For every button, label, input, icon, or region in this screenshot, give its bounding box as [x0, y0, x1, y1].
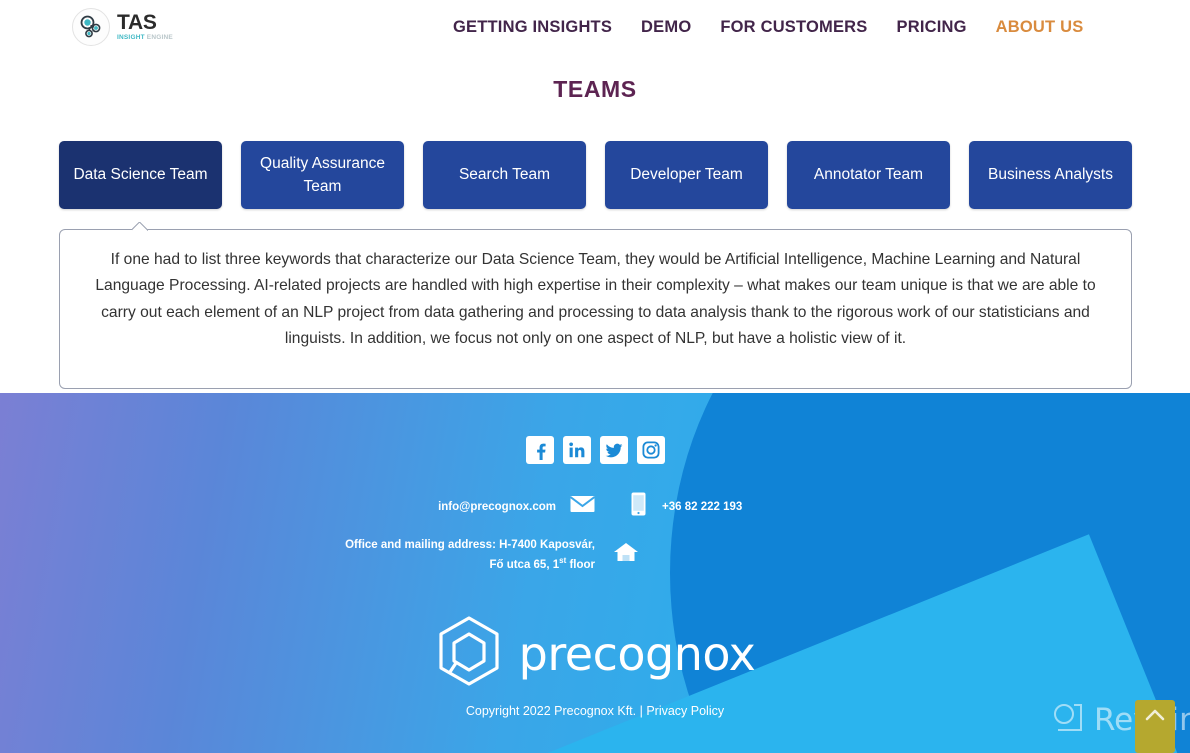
nav-item-for-customers[interactable]: FOR CUSTOMERS: [720, 18, 867, 37]
linkedin-icon[interactable]: [562, 436, 591, 464]
address-line-1: Office and mailing address: H-7400 Kapos…: [345, 539, 595, 551]
team-description-panel: If one had to list three keywords that c…: [59, 229, 1132, 389]
email-address[interactable]: info@precognox.com: [438, 501, 556, 513]
page-root: TAS INSIGHT ENGINE GETTING INSIGHTS DEMO…: [0, 0, 1190, 753]
tas-network-nodes-icon: [72, 8, 110, 46]
phone-number[interactable]: +36 82 222 193: [662, 501, 742, 513]
tab-developer-team[interactable]: Developer Team: [605, 141, 768, 209]
tab-data-science-team[interactable]: Data Science Team: [59, 141, 222, 209]
site-footer: info@precognox.com +36 82 222 193 Office…: [0, 393, 1190, 753]
nav-item-demo[interactable]: DEMO: [641, 18, 691, 37]
precognox-brand: precognox: [0, 615, 1190, 692]
tab-annotator-team[interactable]: Annotator Team: [787, 141, 950, 209]
email-group: info@precognox.com: [200, 495, 596, 518]
revain-logo-icon: [1050, 700, 1084, 739]
twitter-icon[interactable]: [599, 436, 628, 464]
team-description-text: If one had to list three keywords that c…: [95, 251, 1096, 348]
main-navigation: GETTING INSIGHTS DEMO FOR CUSTOMERS PRIC…: [453, 18, 1083, 37]
tas-logo-title: TAS: [117, 11, 157, 35]
scroll-to-top-button[interactable]: [1135, 700, 1175, 753]
hexagon-logo-icon: [435, 615, 503, 692]
social-links: [0, 436, 1190, 464]
panel-caret-icon: [132, 222, 148, 231]
nav-item-about-us[interactable]: ABOUT US: [996, 18, 1084, 37]
privacy-policy-link[interactable]: Privacy Policy: [646, 704, 724, 718]
tab-business-analysts[interactable]: Business Analysts: [969, 141, 1132, 209]
chevron-up-icon: [1145, 708, 1165, 726]
copyright-line: Copyright 2022 Precognox Kft. | Privacy …: [0, 704, 1190, 718]
address-line-2: Fő utca 65, 1st floor: [489, 556, 595, 571]
tab-search-team[interactable]: Search Team: [423, 141, 586, 209]
facebook-icon[interactable]: [525, 436, 554, 464]
precognox-wordmark: precognox: [518, 626, 756, 681]
site-header: TAS INSIGHT ENGINE GETTING INSIGHTS DEMO…: [0, 0, 1190, 56]
footer-content: info@precognox.com +36 82 222 193 Office…: [0, 393, 1190, 753]
address-row: Office and mailing address: H-7400 Kapos…: [0, 537, 1190, 573]
home-icon: [613, 543, 639, 567]
envelope-icon: [569, 495, 596, 518]
nav-item-getting-insights[interactable]: GETTING INSIGHTS: [453, 18, 612, 37]
contact-row: info@precognox.com +36 82 222 193: [0, 492, 1190, 521]
instagram-icon[interactable]: [636, 436, 665, 464]
mobile-phone-icon: [631, 492, 646, 521]
nav-item-pricing[interactable]: PRICING: [897, 18, 967, 37]
office-address: Office and mailing address: H-7400 Kapos…: [200, 537, 595, 573]
phone-group: +36 82 222 193: [595, 492, 990, 521]
address-icon-wrap: [595, 541, 990, 568]
tas-logo[interactable]: TAS INSIGHT ENGINE: [72, 8, 173, 46]
team-tabs: Data Science Team Quality Assurance Team…: [59, 141, 1132, 209]
tas-logo-text: TAS INSIGHT ENGINE: [117, 12, 173, 42]
copyright-text: Copyright 2022 Precognox Kft. |: [465, 704, 647, 718]
tab-quality-assurance-team[interactable]: Quality Assurance Team: [241, 141, 404, 209]
tas-logo-subtitle: INSIGHT ENGINE: [117, 34, 173, 42]
page-title: TEAMS: [553, 76, 637, 102]
